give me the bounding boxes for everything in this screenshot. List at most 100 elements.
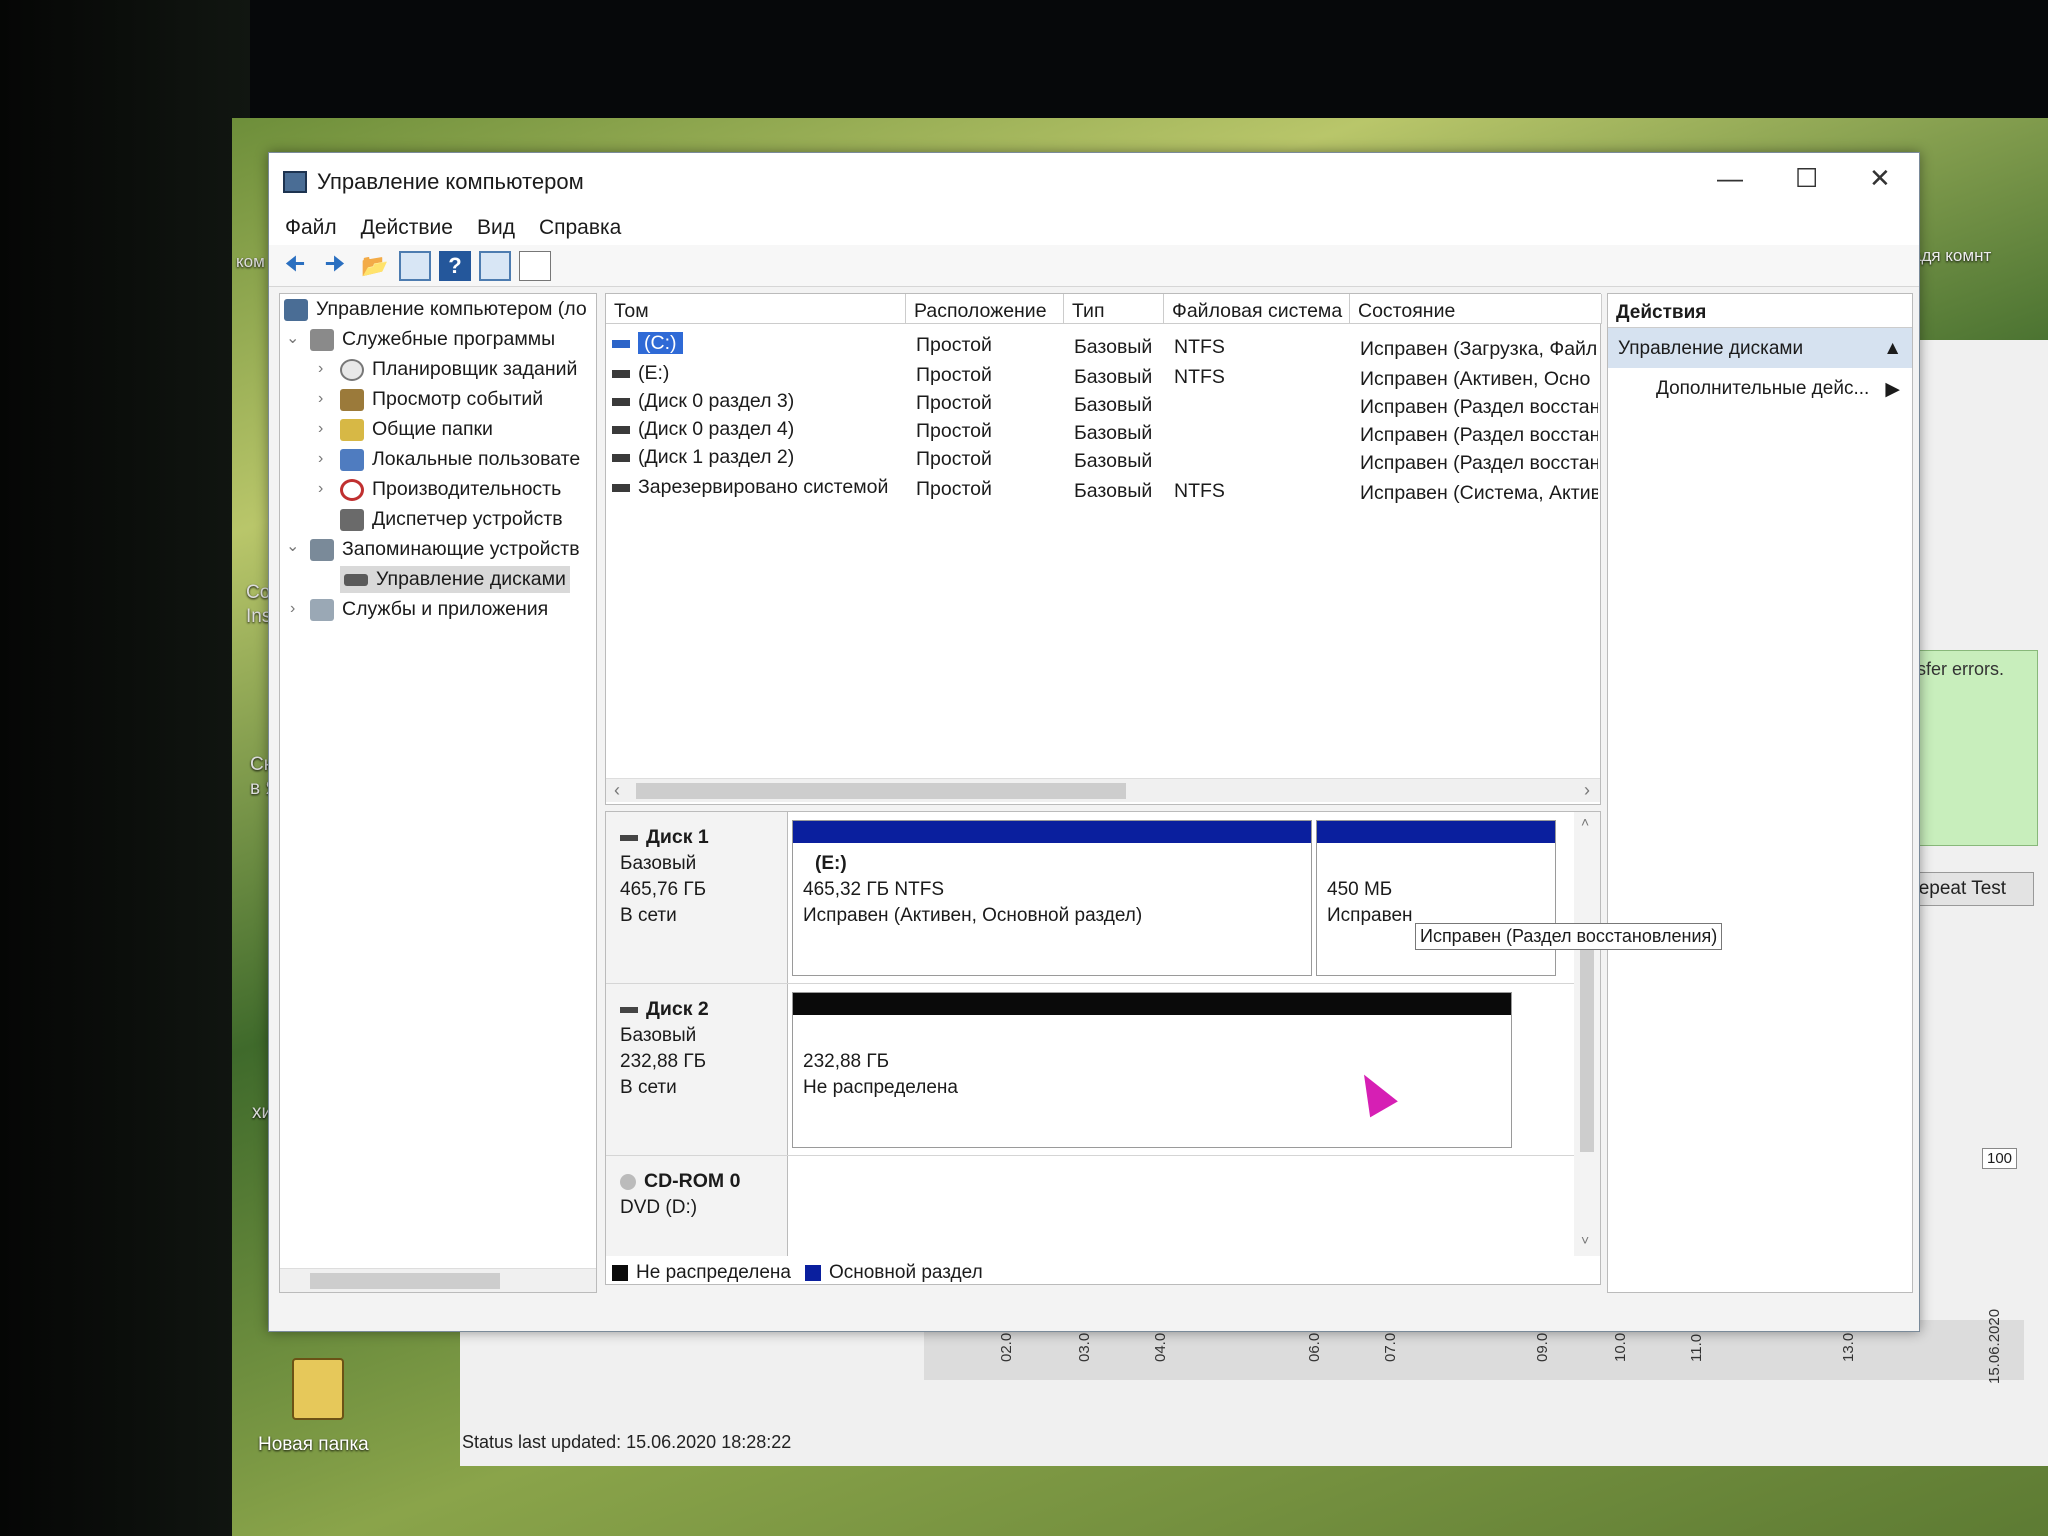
device-manager-icon — [340, 508, 364, 531]
partition-bar-primary — [793, 821, 1311, 843]
up-folder-icon[interactable]: 📂 — [359, 251, 391, 281]
chevron-right-icon[interactable]: › — [318, 450, 323, 468]
tree-item-services-apps[interactable]: Службы и приложения — [310, 598, 548, 621]
volume-icon — [612, 425, 630, 434]
menu-help[interactable]: Справка — [539, 216, 621, 240]
window-title: Управление компьютером — [317, 169, 584, 194]
chevron-up-icon[interactable]: ▲ — [1883, 338, 1902, 359]
chevron-down-icon[interactable]: ⌄ — [286, 536, 299, 556]
desktop-label-left-0[interactable]: ком — [236, 252, 265, 272]
center-pane: Том Расположение Тип Файловая система Со… — [605, 293, 1602, 1293]
tree-item-system-tools[interactable]: Служебные программы — [310, 328, 555, 351]
scroll-up-icon[interactable]: ˄ — [1581, 814, 1589, 830]
desktop-label-left-1[interactable]: Co — [246, 582, 270, 604]
volume-row-name[interactable]: (Диск 1 раздел 2) — [612, 446, 902, 469]
volume-row-name[interactable]: (E:) — [612, 362, 902, 385]
scroll-left-icon[interactable]: ‹ — [614, 780, 620, 801]
forward-arrow-icon[interactable]: 🠊 — [319, 251, 351, 281]
tree-label: Общие папки — [372, 418, 493, 440]
scrollbar-thumb[interactable] — [1580, 942, 1594, 1152]
folder-icon[interactable] — [292, 1358, 344, 1420]
show-hide-tree-icon[interactable] — [399, 250, 431, 281]
menu-action[interactable]: Действие — [361, 216, 453, 240]
desktop-label-right[interactable]: адя комнт — [1912, 246, 1991, 266]
actions-header: Действия — [1608, 294, 1912, 328]
menu-file[interactable]: Файл — [285, 216, 337, 240]
actions-section-disk-management[interactable]: Управление дисками ▲ — [1608, 328, 1912, 368]
disk-info[interactable]: Диск 2 Базовый 232,88 ГБ В сети — [606, 984, 788, 1155]
tree-item-performance[interactable]: Производительность — [340, 478, 561, 501]
chevron-down-icon[interactable]: ⌄ — [286, 328, 299, 348]
chart-tick: 02.0 — [998, 1332, 1015, 1362]
disk-management-icon — [344, 573, 368, 586]
tree-item-task-scheduler[interactable]: Планировщик заданий — [340, 358, 577, 381]
disk-info[interactable]: CD-ROM 0 DVD (D:) — [606, 1156, 788, 1256]
chevron-right-icon[interactable]: › — [318, 420, 323, 438]
disk-info[interactable]: Диск 1 Базовый 465,76 ГБ В сети — [606, 812, 788, 983]
volume-type: Базовый — [1074, 422, 1153, 444]
back-arrow-icon[interactable]: 🠈 — [279, 251, 311, 281]
chevron-right-icon[interactable]: › — [290, 600, 295, 618]
tree-item-shared-folders[interactable]: Общие папки — [340, 418, 493, 441]
scrollbar-thumb[interactable] — [310, 1273, 500, 1289]
computer-management-icon — [283, 171, 307, 193]
volume-row-name[interactable]: (C:) — [612, 332, 902, 355]
partition-e[interactable]: (E:) 465,32 ГБ NTFS Исправен (Активен, О… — [792, 820, 1312, 976]
column-header-status[interactable]: Состояние — [1350, 294, 1602, 324]
volume-list-horizontal-scrollbar[interactable]: ‹ › — [606, 778, 1600, 802]
volume-name: (C:) — [638, 332, 683, 354]
title-bar[interactable]: Управление компьютером — ☐ ✕ — [269, 153, 1919, 211]
partition-recovery[interactable]: 450 МБ Исправен — [1316, 820, 1556, 976]
volume-name: (Диск 1 раздел 2) — [638, 446, 795, 468]
tree-item-storage[interactable]: Запоминающие устройств — [310, 538, 580, 561]
disk-view-scrollbar[interactable]: ˄ ˅ — [1574, 812, 1600, 1256]
show-hide-action-pane-icon[interactable] — [479, 250, 511, 281]
column-header-volume[interactable]: Том — [606, 294, 906, 324]
minimize-button[interactable]: — — [1717, 163, 1743, 194]
properties-icon[interactable] — [519, 250, 551, 281]
column-header-type[interactable]: Тип — [1064, 294, 1164, 324]
column-header-layout[interactable]: Расположение — [906, 294, 1064, 324]
maximize-button[interactable]: ☐ — [1795, 163, 1818, 194]
tree-label: Управление дисками — [376, 568, 566, 590]
column-header-filesystem[interactable]: Файловая система — [1164, 294, 1350, 324]
chevron-right-icon[interactable]: › — [318, 480, 323, 498]
legend-label: Основной раздел — [828, 1262, 983, 1283]
scroll-down-icon[interactable]: ˅ — [1581, 1232, 1589, 1248]
scrollbar-thumb[interactable] — [636, 783, 1126, 799]
partition-bar-unallocated — [793, 993, 1511, 1015]
shared-folder-icon — [340, 418, 364, 441]
tree-item-disk-management[interactable]: Управление дисками — [340, 566, 570, 593]
help-icon[interactable]: ? — [439, 250, 471, 281]
tree-root[interactable]: Управление компьютером (ло — [284, 298, 587, 321]
disk-icon — [620, 1006, 638, 1013]
volume-row-name[interactable]: Зарезервировано системой — [612, 476, 902, 499]
folder-icon-label[interactable]: Новая папка — [258, 1434, 369, 1456]
chevron-right-icon[interactable]: › — [318, 390, 323, 408]
chart-tick: 06.0 — [1306, 1332, 1323, 1362]
volume-type: Базовый — [1074, 336, 1153, 358]
menu-bar: Файл Действие Вид Справка — [269, 211, 1919, 245]
tree-item-local-users[interactable]: Локальные пользовате — [340, 448, 580, 471]
actions-section-label: Управление дисками — [1618, 338, 1804, 359]
volume-row-name[interactable]: (Диск 0 раздел 3) — [612, 390, 902, 413]
menu-view[interactable]: Вид — [477, 216, 515, 240]
partition-unallocated[interactable]: 232,88 ГБ Не распределена — [792, 992, 1512, 1148]
volume-row-name[interactable]: (Диск 0 раздел 4) — [612, 418, 902, 441]
tree-horizontal-scrollbar[interactable] — [280, 1268, 596, 1292]
chevron-right-icon[interactable]: › — [318, 360, 323, 378]
tree-item-event-viewer[interactable]: Просмотр событий — [340, 388, 543, 411]
actions-more[interactable]: Дополнительные дейс... ▶ — [1608, 368, 1912, 411]
storage-icon — [310, 538, 334, 561]
volume-name: (E:) — [638, 362, 670, 384]
chart-tick: 04.0 — [1152, 1332, 1169, 1362]
disk-type: Базовый — [620, 1025, 697, 1046]
close-button[interactable]: ✕ — [1869, 163, 1891, 194]
tree-item-device-manager[interactable]: Диспетчер устройств — [340, 508, 563, 531]
scroll-right-icon[interactable]: › — [1584, 780, 1590, 801]
chart-tick: 10.0 — [1612, 1332, 1629, 1362]
volume-type: Базовый — [1074, 394, 1153, 416]
volume-layout: Простой — [916, 420, 992, 442]
partition-status: Исправен (Активен, Основной раздел) — [803, 905, 1143, 926]
legend-label: Не распределена — [636, 1262, 791, 1283]
